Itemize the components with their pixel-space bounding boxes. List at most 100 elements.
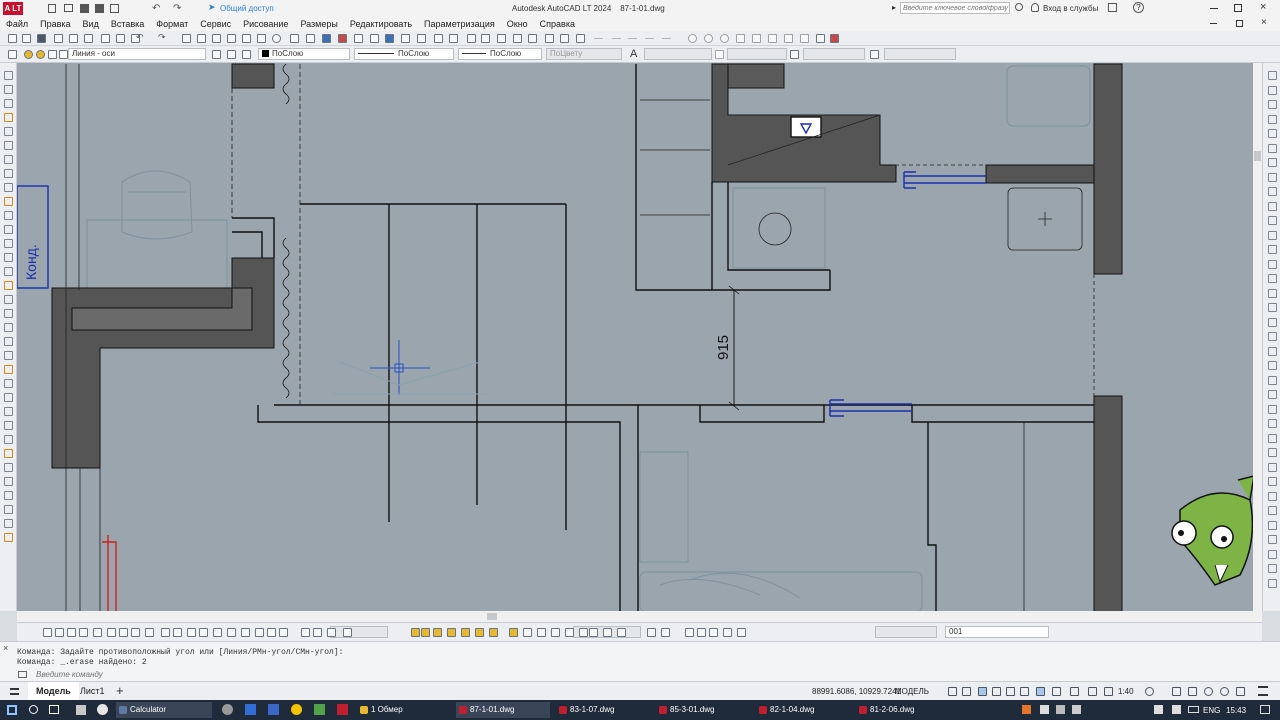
bottom-draworder-icon[interactable] [685, 628, 694, 637]
taskbar-chrome-icon[interactable] [222, 704, 233, 715]
taskbar-dwg-82[interactable]: 82-1-04.dwg [756, 702, 850, 718]
bottom-under-icon[interactable] [737, 628, 746, 637]
input-language[interactable]: ENG [1203, 706, 1220, 715]
battery-icon[interactable] [1188, 706, 1199, 713]
draw-insert-block-icon[interactable] [4, 225, 13, 234]
modify-explode-icon[interactable] [1268, 317, 1277, 327]
menu-view[interactable]: Вид [77, 19, 105, 29]
clean-screen-icon[interactable] [1236, 687, 1245, 696]
spline-tb-icon[interactable] [768, 34, 777, 43]
isolate-objects-icon[interactable] [1204, 687, 1213, 696]
bottom-arc-length-icon[interactable] [67, 628, 76, 637]
draw-gap-12-icon[interactable] [4, 505, 13, 514]
cmd-prompt-icon[interactable] [18, 671, 27, 678]
table-tb-icon[interactable] [800, 34, 809, 43]
close-button[interactable]: × [1260, 1, 1266, 13]
bottom-center-mark-icon[interactable] [227, 628, 236, 637]
draw-gap-13-icon[interactable] [4, 519, 13, 528]
bottom-field-icon[interactable] [447, 628, 456, 637]
bottom-align-icon[interactable] [489, 628, 498, 637]
arc-icon[interactable] [704, 34, 713, 43]
modify-modify-26-icon[interactable] [1268, 433, 1277, 443]
taskbar-calculator[interactable]: Calculator [116, 702, 212, 718]
layer-lock-icon[interactable] [48, 50, 57, 59]
search-icon[interactable] [1015, 3, 1023, 11]
taskbar-norton-icon[interactable] [291, 704, 302, 715]
bottom-tolerance-icon[interactable] [213, 628, 222, 637]
add-layout-icon[interactable]: + [116, 683, 124, 698]
modify-modify-36-icon[interactable] [1268, 578, 1277, 588]
otrack-icon[interactable] [513, 34, 522, 43]
draw-gap-2-icon[interactable] [4, 365, 13, 374]
bottom-wblock-icon[interactable] [579, 628, 588, 637]
color-select[interactable]: ПоСлою [258, 48, 350, 60]
undo-icon[interactable]: ↶ [152, 3, 160, 14]
layout-menu-icon[interactable] [10, 688, 19, 695]
save-file-icon[interactable] [37, 34, 46, 43]
taskbar-dwg-81[interactable]: 81-2-06.dwg [856, 702, 950, 718]
dim-radius-icon[interactable] [645, 38, 654, 39]
select-icon[interactable] [545, 34, 554, 43]
markup-icon[interactable] [257, 34, 266, 43]
grid-icon[interactable] [449, 34, 458, 43]
bottom-linear-icon[interactable] [43, 628, 52, 637]
plot-file-icon[interactable] [54, 34, 63, 43]
bottom-leader-icon[interactable] [461, 628, 470, 637]
modify-join-icon[interactable] [1268, 259, 1277, 269]
bottom-text-edit-icon[interactable] [343, 628, 352, 637]
menu-edit[interactable]: Правка [34, 19, 76, 29]
menu-parametric[interactable]: Параметризация [418, 19, 501, 29]
match-props-icon[interactable] [576, 34, 585, 43]
coordinates-readout[interactable]: 88991.6086, 10929.7241 [812, 687, 901, 696]
draw-mtext-icon[interactable] [4, 323, 13, 332]
cut-icon[interactable] [101, 34, 110, 43]
draw-add-selected-icon[interactable] [4, 337, 13, 346]
annotation-visibility-icon[interactable] [1104, 687, 1113, 696]
lineweight-select[interactable]: ПоСлою [458, 48, 542, 60]
exchange-icon[interactable] [1108, 3, 1117, 12]
save-as-icon[interactable] [95, 4, 104, 13]
label-text[interactable]: Конд. [23, 244, 39, 280]
modify-modify-31-icon[interactable] [1268, 506, 1277, 515]
bottom-continue-icon[interactable] [173, 628, 182, 637]
menu-help[interactable]: Справка [534, 19, 581, 29]
taskbar-search-icon[interactable] [29, 705, 38, 714]
bottom-angular-icon[interactable] [131, 628, 140, 637]
draw-region-icon[interactable] [4, 295, 13, 304]
draw-arc-icon[interactable] [4, 141, 13, 150]
model-space-button[interactable]: МОДЕЛЬ [895, 687, 929, 696]
bottom-text-icon[interactable] [313, 628, 322, 637]
circle-icon[interactable] [688, 34, 697, 43]
share-button[interactable]: Общий доступ [220, 4, 274, 13]
donut-icon[interactable] [720, 34, 729, 43]
bottom-match-icon[interactable] [661, 628, 670, 637]
bottom-attdef-icon[interactable] [551, 628, 560, 637]
bottom-dim-edit-icon[interactable] [267, 628, 276, 637]
cmd-close-icon[interactable]: × [3, 644, 8, 654]
tray-icon-4[interactable] [1072, 705, 1081, 714]
bottom-spell-icon[interactable] [421, 628, 430, 637]
app-logo[interactable]: A LT [3, 2, 23, 15]
bottom-diameter-icon[interactable] [119, 628, 128, 637]
zoom-window-icon[interactable] [322, 34, 331, 43]
ortho-status-icon[interactable] [978, 687, 987, 696]
draw-rectangle-icon[interactable] [4, 127, 13, 136]
bottom-find-icon[interactable] [411, 628, 420, 637]
start-icon[interactable] [7, 705, 17, 715]
isodraft-status-icon[interactable] [1006, 687, 1015, 696]
bottom-jogged-icon[interactable] [107, 628, 116, 637]
block-tb-icon[interactable] [816, 34, 825, 43]
draw-gap-4-icon[interactable] [4, 393, 13, 402]
modify-modify-35-icon[interactable] [1268, 564, 1277, 573]
tab-layout1[interactable]: Лист1 [80, 686, 105, 696]
osnap-status-icon[interactable] [1036, 687, 1045, 696]
floor-plan[interactable]: 915 Конд. [17, 63, 1253, 611]
bottom-baseline-icon[interactable] [161, 628, 170, 637]
menu-modify[interactable]: Редактировать [344, 19, 418, 29]
annotation-scale[interactable]: 1:40 [1118, 687, 1134, 696]
drawing-canvas[interactable]: 915 Конд. [17, 63, 1253, 611]
modify-modify-25-icon[interactable] [1268, 419, 1277, 428]
save-icon[interactable] [80, 4, 89, 13]
bottom-xref-icon[interactable] [589, 628, 598, 637]
named-views-icon[interactable] [354, 34, 363, 43]
